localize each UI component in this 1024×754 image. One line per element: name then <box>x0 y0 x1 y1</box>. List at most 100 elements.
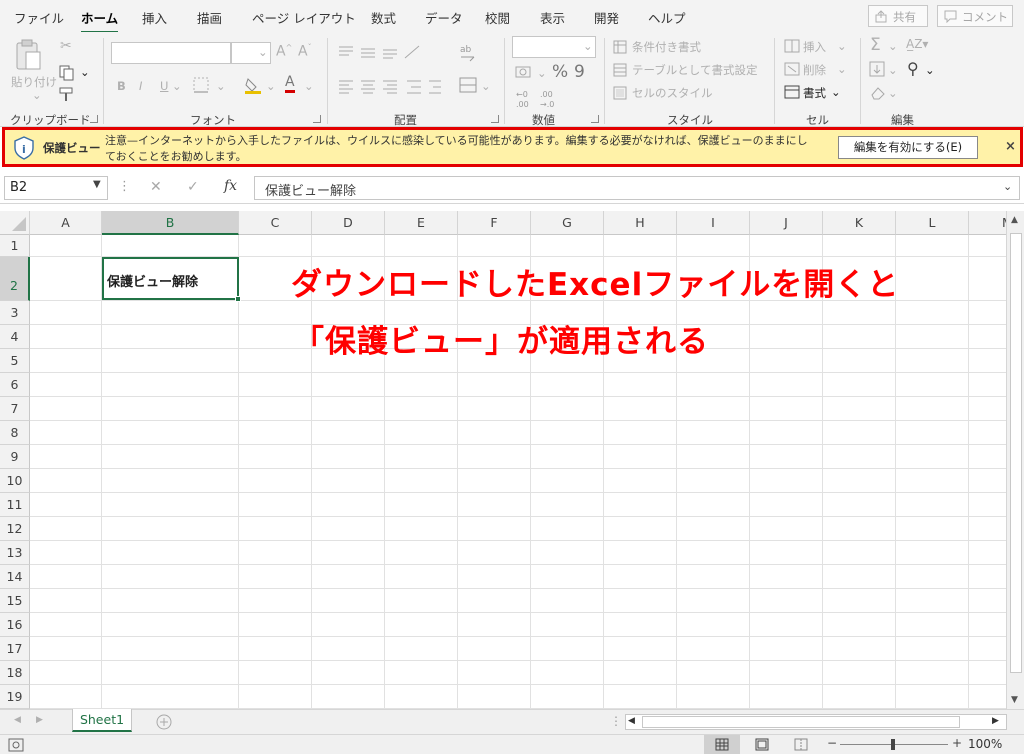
merge-dropdown-icon[interactable]: ⌄ <box>481 79 491 93</box>
cell-b2[interactable]: 保護ビュー解除 <box>102 257 241 302</box>
enter-icon[interactable]: ✓ <box>187 179 199 195</box>
currency-dropdown-icon[interactable]: ⌄ <box>537 66 547 80</box>
page-break-view-icon[interactable] <box>794 738 808 751</box>
row-header[interactable]: 11 <box>0 493 30 517</box>
row-header[interactable]: 8 <box>0 421 30 445</box>
currency-icon[interactable] <box>514 64 534 82</box>
row-header[interactable]: 1 <box>0 235 30 257</box>
row-header[interactable]: 13 <box>0 541 30 565</box>
merge-center-icon[interactable] <box>458 76 480 94</box>
italic-button[interactable]: I <box>139 79 142 93</box>
column-header[interactable]: G <box>531 211 604 235</box>
tab-insert[interactable]: 挿入 <box>142 8 167 27</box>
clear-icon[interactable] <box>869 85 887 101</box>
vertical-scrollbar[interactable]: ▲ ▼ <box>1006 211 1024 709</box>
tab-view[interactable]: 表示 <box>540 8 565 27</box>
wrap-text-icon[interactable]: ab <box>458 42 480 64</box>
row-header[interactable]: 4 <box>0 325 30 349</box>
row-header[interactable]: 5 <box>0 349 30 373</box>
scroll-split-handle[interactable]: ⋮ <box>610 714 622 728</box>
row-header[interactable]: 12 <box>0 517 30 541</box>
font-launcher-icon[interactable] <box>313 115 321 123</box>
fill-down-icon[interactable] <box>869 61 885 77</box>
tab-draw[interactable]: 描画 <box>197 8 222 27</box>
name-box-dropdown-icon[interactable]: ▼ <box>93 179 101 190</box>
row-header[interactable]: 16 <box>0 613 30 637</box>
insert-dropdown-icon[interactable]: ⌄ <box>837 39 847 53</box>
more-options-icon[interactable]: ⋮ <box>118 179 131 194</box>
column-header[interactable]: E <box>385 211 458 235</box>
alignment-launcher-icon[interactable] <box>491 115 499 123</box>
border-icon[interactable] <box>192 76 210 94</box>
sort-filter-icon[interactable]: A̲Z▾ <box>906 37 928 51</box>
row-header[interactable]: 6 <box>0 373 30 397</box>
horizontal-scrollbar[interactable]: ◀ ▶ <box>625 714 1007 730</box>
tab-data[interactable]: データ <box>425 8 463 27</box>
cut-icon[interactable]: ✂ <box>60 38 72 54</box>
cell-styles-button[interactable]: セルのスタイル <box>632 85 713 101</box>
row-header[interactable]: 15 <box>0 589 30 613</box>
bold-button[interactable]: B <box>117 79 126 93</box>
fill-dropdown-icon[interactable]: ⌄ <box>888 63 898 77</box>
column-header[interactable]: J <box>750 211 823 235</box>
row-header[interactable]: 9 <box>0 445 30 469</box>
border-dropdown-icon[interactable]: ⌄ <box>216 79 226 93</box>
cancel-icon[interactable]: ✕ <box>150 179 162 195</box>
column-header[interactable]: A <box>30 211 102 235</box>
macro-record-icon[interactable] <box>8 738 24 752</box>
normal-view-button[interactable] <box>704 735 740 754</box>
tab-formulas[interactable]: 数式 <box>371 8 396 27</box>
number-format-combo[interactable]: ⌄ <box>512 36 596 58</box>
percent-button[interactable]: % <box>552 62 568 82</box>
horizontal-scroll-thumb[interactable] <box>642 716 960 728</box>
sheet-tab[interactable]: Sheet1 <box>72 709 132 732</box>
next-sheet-icon[interactable]: ▶ <box>36 715 43 725</box>
comma-button[interactable]: 9 <box>574 62 585 82</box>
row-header[interactable]: 10 <box>0 469 30 493</box>
fill-color-icon[interactable] <box>244 75 262 95</box>
row-header[interactable]: 7 <box>0 397 30 421</box>
format-dropdown-icon[interactable]: ⌄ <box>831 85 841 99</box>
underline-button[interactable]: U <box>160 79 168 93</box>
prev-sheet-icon[interactable]: ◀ <box>14 715 21 725</box>
zoom-in-icon[interactable]: + <box>952 736 962 750</box>
tab-page-layout[interactable]: ページ レイアウト <box>252 8 356 27</box>
underline-dropdown-icon[interactable]: ⌄ <box>172 79 182 93</box>
copy-dropdown-icon[interactable]: ⌄ <box>80 65 90 79</box>
format-cells-button[interactable]: 書式 <box>803 85 826 101</box>
row-header[interactable]: 18 <box>0 661 30 685</box>
scroll-down-icon[interactable]: ▼ <box>1011 695 1018 705</box>
share-button[interactable]: 共有 <box>868 5 928 27</box>
column-header[interactable]: M <box>969 211 1006 235</box>
column-header[interactable]: B <box>102 211 239 235</box>
column-header[interactable]: C <box>239 211 312 235</box>
zoom-slider-thumb[interactable] <box>891 739 895 750</box>
vertical-align-icons[interactable] <box>337 44 437 60</box>
paste-icon[interactable] <box>14 38 44 72</box>
autosum-icon[interactable]: Σ <box>870 35 881 55</box>
grow-font-icon[interactable]: A^ <box>276 43 292 60</box>
row-header[interactable]: 17 <box>0 637 30 661</box>
horizontal-align-icons[interactable] <box>337 79 441 95</box>
scroll-left-icon[interactable]: ◀ <box>628 716 635 726</box>
font-size-combo[interactable]: ⌄ <box>231 42 271 64</box>
enable-editing-button[interactable]: 編集を有効にする(E) <box>838 136 978 159</box>
column-header[interactable]: I <box>677 211 750 235</box>
page-layout-view-icon[interactable] <box>755 738 769 751</box>
name-box[interactable]: B2 ▼ <box>4 176 108 200</box>
delete-cells-button[interactable]: 削除 <box>803 62 826 78</box>
fill-handle[interactable] <box>235 296 241 302</box>
column-header[interactable]: H <box>604 211 677 235</box>
column-header[interactable]: D <box>312 211 385 235</box>
paste-dropdown-icon[interactable]: ⌄ <box>32 88 42 102</box>
fill-color-dropdown-icon[interactable]: ⌄ <box>266 79 276 93</box>
font-color-dropdown-icon[interactable]: ⌄ <box>304 79 314 93</box>
row-header[interactable]: 14 <box>0 565 30 589</box>
row-header[interactable]: 3 <box>0 301 30 325</box>
tab-review[interactable]: 校閲 <box>485 8 510 27</box>
add-sheet-icon[interactable] <box>156 714 172 730</box>
number-launcher-icon[interactable] <box>591 115 599 123</box>
clipboard-launcher-icon[interactable] <box>90 115 98 123</box>
format-painter-icon[interactable] <box>58 86 76 104</box>
insert-function-icon[interactable]: fx <box>224 178 237 194</box>
